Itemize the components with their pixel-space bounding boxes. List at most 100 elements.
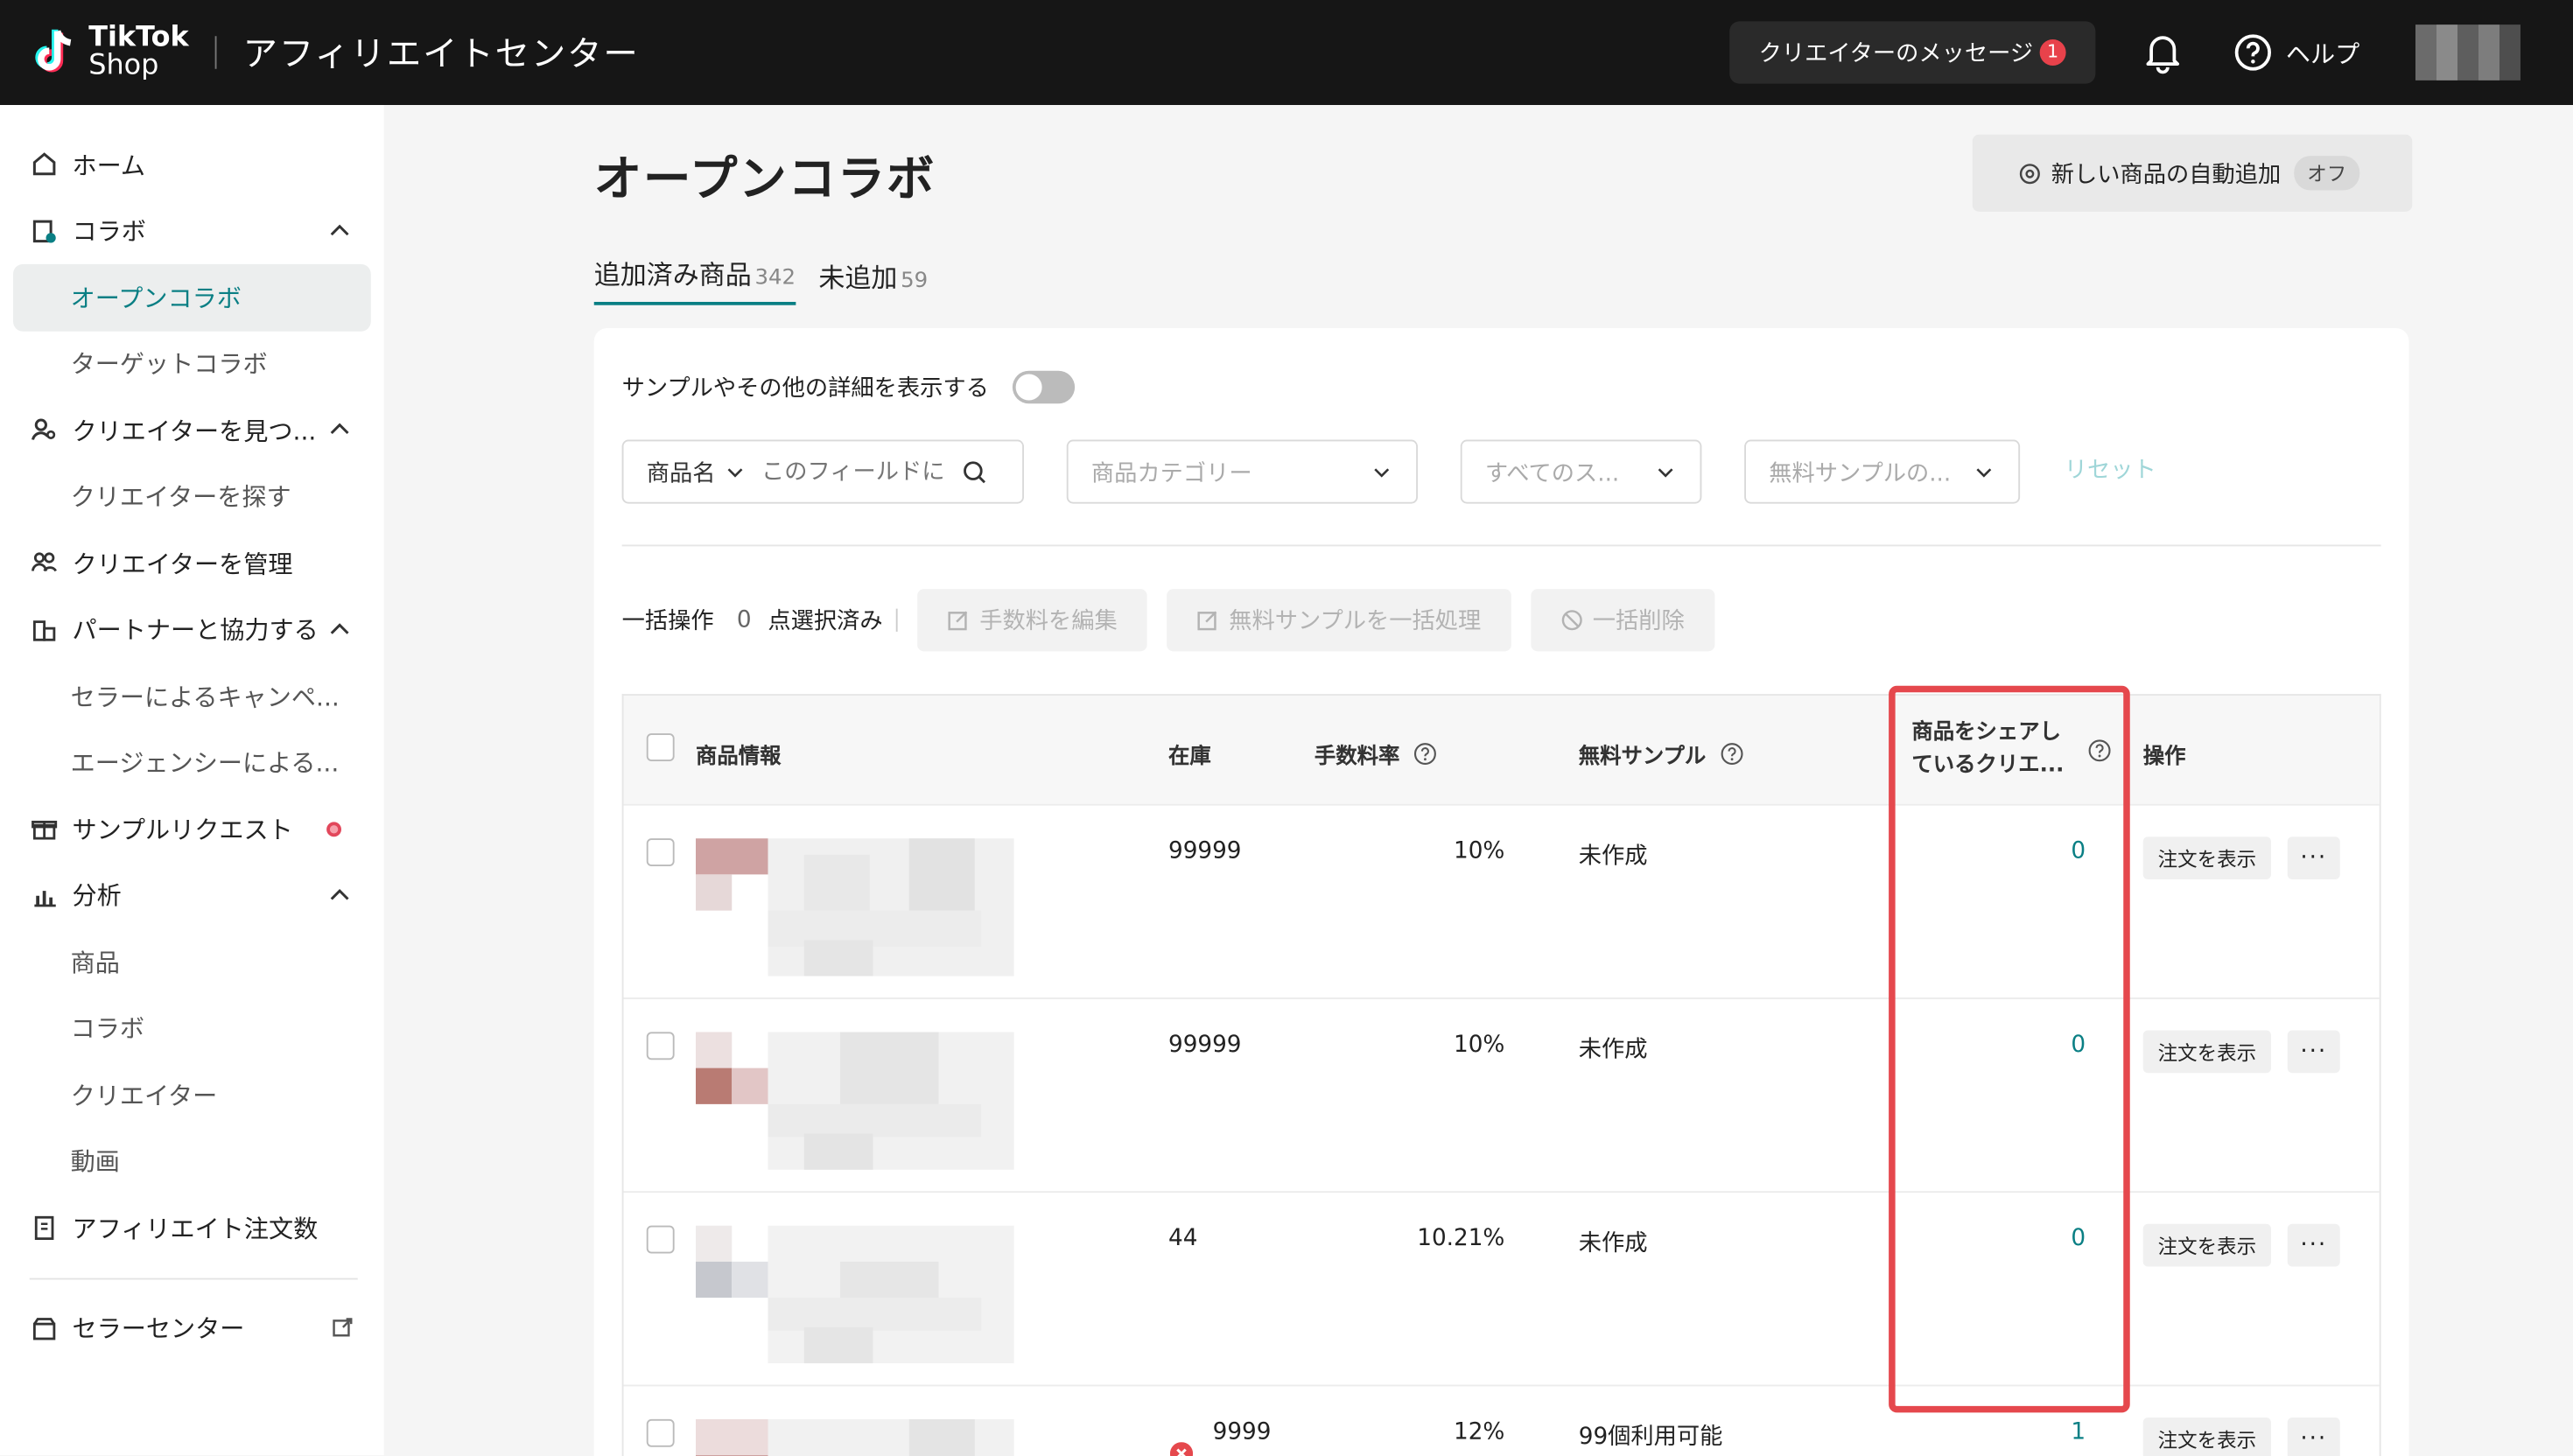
view-orders-button[interactable]: 注文を表示 — [2142, 1418, 2272, 1456]
sidebar-item-analytics-videos[interactable]: 動画 — [0, 1128, 384, 1194]
tab-label: 追加済み商品 — [593, 259, 752, 290]
column-sharing-creators-line1: 商品をシェアし — [1911, 720, 2062, 746]
chevron-down-icon — [1658, 468, 1673, 478]
category-select[interactable]: 商品カテゴリー — [1066, 439, 1418, 504]
details-toggle-switch[interactable] — [1012, 370, 1075, 404]
details-toggle-row: サンプルやその他の詳細を表示する — [621, 370, 1075, 404]
reset-filters-link[interactable]: リセット — [2065, 453, 2156, 486]
creator-messages-label: クリエイターのメッセージ — [1758, 40, 2034, 67]
sidebar-item-target-collab[interactable]: ターゲットコラボ — [0, 331, 384, 397]
sidebar-item-open-collab[interactable]: オープンコラボ — [13, 263, 371, 331]
view-orders-button[interactable]: 注文を表示 — [2142, 1030, 2272, 1074]
stock-value: 44 — [1168, 1225, 1198, 1252]
sidebar-item-seller-center[interactable]: セラーセンター — [0, 1295, 384, 1362]
sidebar-item-label: パートナーと協力する — [72, 615, 319, 646]
product-thumbnail-blurred[interactable] — [696, 1225, 1014, 1364]
sidebar-item-manage-creators[interactable]: クリエイターを管理 — [0, 530, 384, 597]
sidebar-item-collab[interactable]: コラボ — [0, 198, 384, 264]
sample-status: 未作成 — [1578, 1037, 1648, 1063]
sidebar-item-seller-campaigns[interactable]: セラーによるキャンペ... — [0, 663, 384, 730]
free-sample-select[interactable]: 無料サンプルの... — [1744, 439, 2021, 504]
edit-commission-button[interactable]: 手数料を編集 — [916, 589, 1147, 652]
manage-creator-icon — [30, 549, 60, 578]
settings-icon — [2019, 163, 2040, 184]
select-all-checkbox[interactable] — [646, 733, 675, 761]
sidebar-item-label: サンプルリクエスト — [72, 815, 293, 845]
bulk-sample-button[interactable]: 無料サンプルを一括処理 — [1166, 589, 1511, 652]
sidebar-item-search-creators[interactable]: クリエイターを探す — [0, 464, 384, 530]
commission-value: 10% — [1454, 838, 1505, 865]
more-actions-button[interactable]: ··· — [2287, 1030, 2340, 1074]
products-card: サンプルやその他の詳細を表示する 商品名 商品カテゴリー すべてのス... 無料… — [593, 328, 2409, 1456]
help-icon[interactable] — [1719, 742, 1743, 766]
stock-value: 99999 — [1168, 838, 1242, 865]
chevron-down-icon — [1374, 468, 1390, 478]
creator-messages-button[interactable]: クリエイターのメッセージ 1 — [1728, 21, 2096, 84]
sidebar-item-label: セラーセンター — [72, 1314, 245, 1345]
auto-add-products-button[interactable]: 新しい商品の自動追加 オフ — [1972, 134, 2413, 212]
tab-bar: 追加済み商品 342 未追加 59 — [593, 253, 951, 305]
more-actions-button[interactable]: ··· — [2287, 836, 2340, 879]
sharing-creators-count[interactable]: 0 — [1911, 838, 2086, 864]
ban-icon — [1560, 610, 1581, 631]
selected-count: 0 — [736, 606, 752, 634]
chevron-down-icon — [1976, 468, 1992, 478]
tiktok-shop-logo[interactable]: TikTok Shop — [26, 24, 189, 80]
sidebar-item-label: セラーによるキャンペ... — [70, 682, 340, 712]
search-icon[interactable] — [962, 458, 988, 485]
sidebar-item-label: オープンコラボ — [70, 283, 242, 313]
product-search-field[interactable]: 商品名 — [621, 439, 1024, 504]
status-placeholder: すべてのス... — [1484, 459, 1620, 486]
product-name-select[interactable]: 商品名 — [647, 455, 716, 488]
sidebar-item-home[interactable]: ホーム — [0, 131, 384, 198]
find-creator-icon — [30, 416, 60, 445]
tab-not-added[interactable]: 未追加 59 — [818, 256, 928, 305]
home-icon — [30, 150, 60, 179]
sidebar-item-label: 分析 — [72, 881, 122, 912]
help-icon[interactable] — [2087, 738, 2112, 762]
sidebar-item-sample-requests[interactable]: サンプルリクエスト — [0, 795, 384, 862]
commission-value: 10% — [1454, 1032, 1505, 1059]
more-actions-button[interactable]: ··· — [2287, 1223, 2340, 1267]
row-checkbox[interactable] — [646, 1225, 675, 1254]
sidebar-item-analytics-collab[interactable]: コラボ — [0, 995, 384, 1061]
sharing-creators-count[interactable]: 0 — [1911, 1032, 2086, 1058]
sharing-creators-count[interactable]: 0 — [1911, 1226, 2086, 1252]
sidebar-item-agency[interactable]: エージェンシーによる... — [0, 729, 384, 795]
main-content: オープンコラボ 新しい商品の自動追加 オフ 追加済み商品 342 未追加 59 サン… — [384, 105, 2573, 1456]
help-button[interactable]: ヘルプ — [2233, 33, 2359, 73]
row-checkbox[interactable] — [646, 838, 675, 866]
sidebar-item-analytics-creators[interactable]: クリエイター — [0, 1061, 384, 1128]
sidebar-divider — [29, 1277, 358, 1279]
account-avatar[interactable] — [2415, 24, 2520, 80]
product-thumbnail-blurred[interactable] — [696, 1418, 1014, 1456]
search-input[interactable] — [761, 458, 958, 486]
column-sharing-creators-line2: ているクリエ... — [1911, 752, 2065, 778]
notification-bell-icon[interactable] — [2142, 32, 2184, 74]
product-thumbnail-blurred[interactable] — [696, 838, 1014, 976]
details-toggle-label: サンプルやその他の詳細を表示する — [621, 375, 989, 402]
filter-divider — [621, 544, 2381, 547]
view-orders-button[interactable]: 注文を表示 — [2142, 836, 2272, 879]
tab-added-products[interactable]: 追加済み商品 342 — [593, 253, 796, 305]
auto-add-label: 新しい商品の自動追加 — [2051, 161, 2282, 188]
sidebar-item-find-creators[interactable]: クリエイターを見つ... — [0, 397, 384, 464]
sidebar-item-affiliate-orders[interactable]: アフィリエイト注文数 — [0, 1194, 384, 1261]
row-checkbox[interactable] — [646, 1418, 675, 1447]
stock-value: 9999 — [1212, 1418, 1272, 1446]
sidebar-item-partners[interactable]: パートナーと協力する — [0, 597, 384, 663]
bulk-delete-button[interactable]: 一括削除 — [1530, 589, 1714, 652]
status-select[interactable]: すべてのス... — [1460, 439, 1702, 504]
sample-status: 未作成 — [1578, 1230, 1648, 1257]
help-icon[interactable] — [1413, 742, 1437, 766]
sidebar-item-analytics[interactable]: 分析 — [0, 862, 384, 928]
product-thumbnail-blurred[interactable] — [696, 1032, 1014, 1170]
sharing-creators-count[interactable]: 1 — [1911, 1419, 2086, 1446]
view-orders-button[interactable]: 注文を表示 — [2142, 1223, 2272, 1267]
error-status-icon — [1169, 1442, 1194, 1456]
clipboard-icon — [30, 1213, 60, 1242]
row-checkbox[interactable] — [646, 1032, 675, 1060]
more-actions-button[interactable]: ··· — [2287, 1418, 2340, 1456]
sidebar-item-analytics-products[interactable]: 商品 — [0, 928, 384, 995]
sidebar-item-label: ターゲットコラボ — [70, 349, 268, 380]
